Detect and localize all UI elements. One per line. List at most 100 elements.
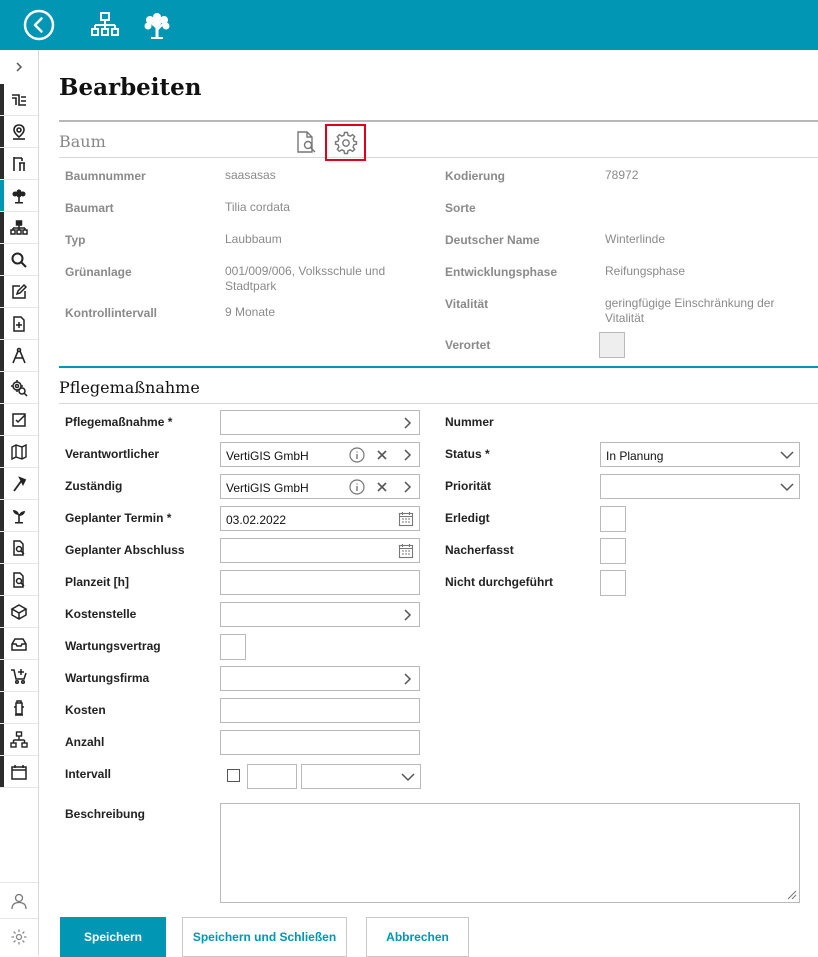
nicht-durchgefuehrt-checkbox[interactable] xyxy=(600,570,626,596)
save-and-close-button[interactable]: Speichern und Schließen xyxy=(182,917,347,957)
sidebar-expand-chevron-icon[interactable] xyxy=(0,50,38,84)
cancel-button[interactable]: Abbrechen xyxy=(366,917,469,957)
section-pflege-header: Pflegemaßnahme xyxy=(59,366,818,404)
chevron-down-icon[interactable] xyxy=(779,479,795,495)
clear-x-icon[interactable] xyxy=(374,447,390,463)
sidebar-item-document-search[interactable] xyxy=(0,532,38,564)
erledigt-label: Erledigt xyxy=(445,511,490,525)
baumnummer-value: saasasas xyxy=(225,168,276,182)
back-circle-icon[interactable] xyxy=(21,7,57,43)
wartungsfirma-label: Wartungsfirma xyxy=(65,671,150,685)
geplanter-abschluss-input[interactable] xyxy=(220,538,420,563)
hierarchy-icon[interactable] xyxy=(87,7,123,43)
nacherfasst-label: Nacherfasst xyxy=(445,543,514,557)
chevron-right-icon[interactable] xyxy=(399,479,415,495)
kontrollintervall-value: 9 Monate xyxy=(225,305,276,319)
typ-value: Laubbaum xyxy=(225,232,282,246)
prioritaet-select[interactable] xyxy=(600,474,800,499)
sidebar-item-tree[interactable] xyxy=(0,180,38,212)
sidebar-item-hierarchy[interactable] xyxy=(0,212,38,244)
cart-add-icon xyxy=(11,668,27,684)
sidebar-item-package[interactable] xyxy=(0,596,38,628)
zustaendig-field[interactable]: VertiGIS GmbH xyxy=(220,474,420,499)
typ-label: Typ xyxy=(65,233,86,247)
kostenstelle-select[interactable] xyxy=(220,602,420,627)
sidebar-item-settings[interactable] xyxy=(0,918,38,954)
sidebar-item-gear-search[interactable] xyxy=(0,372,38,404)
tree-icon[interactable] xyxy=(139,7,175,43)
sidebar-item-user[interactable] xyxy=(0,882,38,918)
kosten-label: Kosten xyxy=(65,703,106,717)
anzahl-input[interactable] xyxy=(220,730,420,755)
sidebar-item-edit[interactable] xyxy=(0,276,38,308)
sidebar-item-map[interactable] xyxy=(0,436,38,468)
sidebar-item-cart-add[interactable] xyxy=(0,660,38,692)
intervall-number-input[interactable] xyxy=(247,764,297,789)
nacherfasst-checkbox[interactable] xyxy=(600,538,626,564)
planzeit-input[interactable] xyxy=(220,570,420,595)
sidebar-item-street-furniture[interactable] xyxy=(0,148,38,180)
sidebar-item-search[interactable] xyxy=(0,244,38,276)
vitalitaet-value: geringfügige Einschränkung der Vitalität xyxy=(605,296,775,325)
inbox-icon xyxy=(11,637,27,651)
gear-search-icon xyxy=(11,379,28,397)
chevron-right-icon[interactable] xyxy=(399,415,415,431)
nicht-durchgefuehrt-label: Nicht durchgeführt xyxy=(445,575,553,589)
baumart-label: Baumart xyxy=(65,201,114,215)
package-icon xyxy=(10,603,28,620)
kosten-input[interactable] xyxy=(220,698,420,723)
intervall-checkbox[interactable] xyxy=(227,769,240,782)
sidebar-item-network[interactable] xyxy=(0,724,38,756)
sidebar-item-hydrant[interactable] xyxy=(0,692,38,724)
beschreibung-label: Beschreibung xyxy=(65,807,146,821)
wartungsfirma-select[interactable] xyxy=(220,666,420,691)
save-button[interactable]: Speichern xyxy=(60,917,166,957)
verantwortlicher-field[interactable]: VertiGIS GmbH xyxy=(220,442,420,467)
status-select[interactable]: In Planung xyxy=(600,442,800,467)
new-document-icon xyxy=(13,315,25,332)
chevron-right-icon[interactable] xyxy=(399,607,415,623)
geplanter-termin-input[interactable]: 03.02.2022 xyxy=(220,506,420,531)
sidebar-item-new-document[interactable] xyxy=(0,308,38,340)
settings-icon xyxy=(11,929,27,944)
chevron-right-icon[interactable] xyxy=(399,671,415,687)
vitalitaet-label: Vitalität xyxy=(445,297,489,311)
gear-icon xyxy=(334,131,357,154)
sidebar-item-axe[interactable] xyxy=(0,468,38,500)
verantwortlicher-label: Verantwortlicher xyxy=(65,447,160,461)
chevron-down-icon[interactable] xyxy=(779,447,795,463)
wartungsvertrag-checkbox[interactable] xyxy=(220,634,246,660)
sidebar xyxy=(0,50,39,955)
pflegemassnahme-select[interactable] xyxy=(220,410,420,435)
beschreibung-textarea[interactable] xyxy=(220,803,800,903)
sidebar-item-map-pin[interactable] xyxy=(0,116,38,148)
hydrant-icon xyxy=(14,699,24,716)
settings-gear-button[interactable] xyxy=(325,124,366,161)
sidebar-item-document-search-2[interactable] xyxy=(0,564,38,596)
planzeit-label: Planzeit [h] xyxy=(65,575,130,589)
info-icon[interactable] xyxy=(349,479,365,495)
sidebar-item-compass[interactable] xyxy=(0,340,38,372)
sorte-label: Sorte xyxy=(445,201,476,215)
document-search-icon[interactable] xyxy=(293,129,319,155)
user-icon xyxy=(11,893,27,909)
pflegemassnahme-label: Pflegemaßnahme * xyxy=(65,415,173,429)
section-pflege-title: Pflegemaßnahme xyxy=(59,378,200,397)
chevron-down-icon[interactable] xyxy=(400,769,416,785)
intervall-unit-select[interactable] xyxy=(301,764,421,789)
sidebar-item-pipe[interactable] xyxy=(0,84,38,116)
zustaendig-label: Zuständig xyxy=(65,479,123,493)
clear-x-icon[interactable] xyxy=(374,479,390,495)
chevron-right-icon[interactable] xyxy=(399,447,415,463)
resize-handle-icon[interactable] xyxy=(785,888,797,900)
erledigt-checkbox[interactable] xyxy=(600,506,626,532)
main-content: Bearbeiten Baum Baumnummer saasasas Baum… xyxy=(39,50,818,957)
info-icon[interactable] xyxy=(349,447,365,463)
calendar-icon[interactable] xyxy=(398,543,414,559)
sidebar-item-task-check[interactable] xyxy=(0,404,38,436)
axe-icon xyxy=(13,475,27,492)
sidebar-item-calendar[interactable] xyxy=(0,756,38,788)
calendar-icon[interactable] xyxy=(398,511,414,527)
sidebar-item-inbox[interactable] xyxy=(0,628,38,660)
sidebar-item-plant[interactable] xyxy=(0,500,38,532)
